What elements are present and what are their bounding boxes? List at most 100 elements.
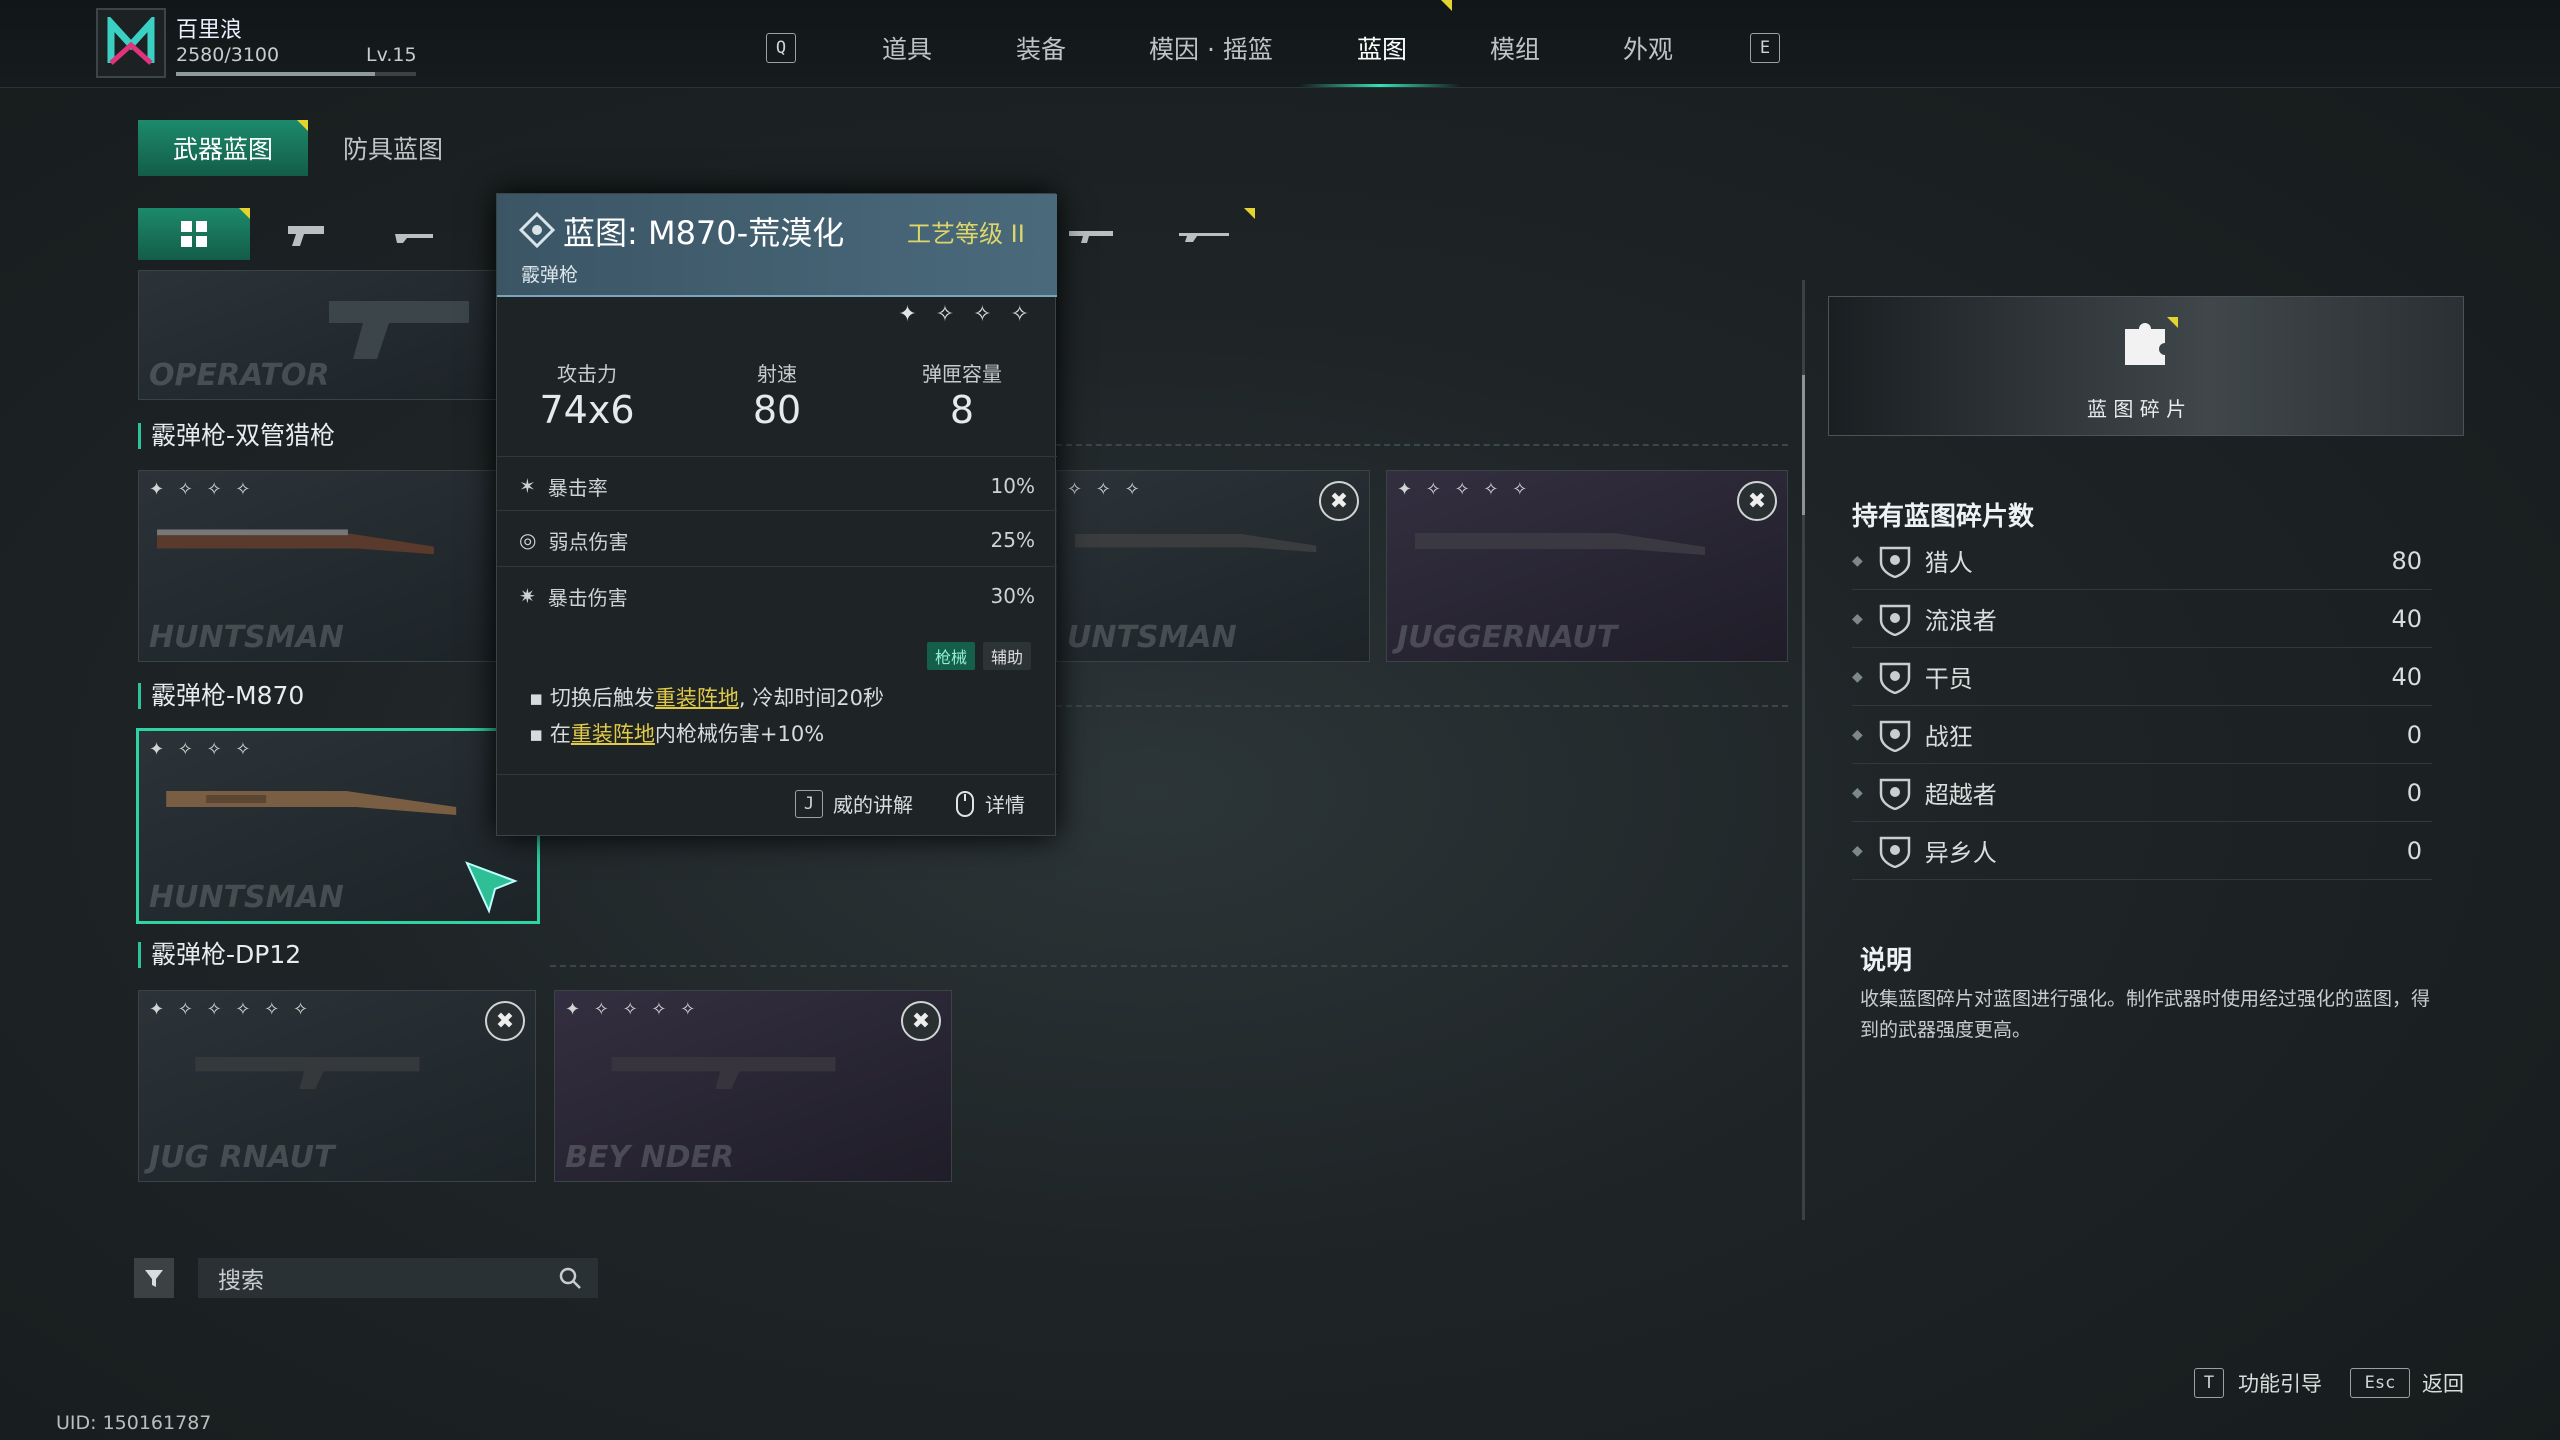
card-watermark: JUG RNAUT (149, 1140, 335, 1175)
effect-text: 切换后触发 (549, 686, 655, 710)
new-indicator (1244, 208, 1255, 219)
blueprint-card-operator[interactable]: OPERATOR (138, 270, 498, 400)
back-button[interactable]: Esc 返回 (2350, 1368, 2464, 1398)
search-input[interactable]: 搜索 (198, 1258, 598, 1298)
rating-stars: ✦ ✧ ✧ ✧ (898, 302, 1035, 327)
new-indicator (239, 208, 250, 219)
keyword-link[interactable]: 重装阵地 (655, 686, 739, 710)
key-hint: Esc (2350, 1368, 2410, 1398)
fragment-row: ◆ 猎人 80 (1852, 532, 2432, 590)
avatar[interactable] (96, 8, 166, 78)
effect-text: , 冷却时间20秒 (738, 686, 884, 710)
nav-tab-blueprint[interactable]: 蓝图 (1357, 30, 1407, 66)
fragment-row: ◆ 异乡人 0 (1852, 822, 2432, 880)
faction-emblem-icon (1879, 662, 1911, 694)
effect-text: 在 (549, 722, 571, 746)
faction-emblem-icon (1879, 778, 1911, 810)
blueprint-card-m870-desert[interactable]: ✦ ✧ ✧ ✧ HUNTSMAN (136, 728, 540, 924)
description-title: 说明 (1860, 946, 1913, 976)
filter-button[interactable] (134, 1258, 174, 1298)
nav-tab-appearance[interactable]: 外观 (1623, 30, 1673, 66)
crit-icon: ✶ (519, 474, 536, 498)
search-icon[interactable] (558, 1266, 582, 1290)
unlock-icon[interactable]: ✖ (1737, 481, 1777, 521)
filter-all[interactable] (138, 208, 250, 260)
blueprint-card-juggernaut[interactable]: ✦ ✧ ✧ ✧ ✧ ✖ JUGGERNAUT (1386, 470, 1788, 662)
key-hint: J (795, 789, 823, 818)
fragment-row: ◆ 超越者 0 (1852, 764, 2432, 822)
new-indicator (2167, 317, 2178, 328)
uid-label: UID: 150161787 (56, 1412, 212, 1434)
prev-tab-key[interactable]: Q (766, 33, 796, 63)
effect-text: 内枪械伤害+10% (654, 722, 825, 746)
player-level: Lv.15 (366, 44, 417, 66)
card-watermark: UNTSMAN (1067, 620, 1237, 655)
player-name: 百里浪 (176, 18, 243, 43)
fragment-count: 0 (2406, 778, 2422, 807)
double-barrel-image (1415, 533, 1705, 555)
tab-armor-blueprint[interactable]: 防具蓝图 (318, 120, 468, 176)
faction-emblem-icon (1879, 720, 1911, 752)
xp-progress-fill (176, 72, 376, 76)
prop-value: 10% (990, 474, 1035, 498)
fragment-name: 超越者 (1924, 781, 1997, 809)
prop-value: 30% (990, 584, 1035, 608)
next-tab-key[interactable]: E (1750, 33, 1780, 63)
stat-firerate-label: 射速 (757, 362, 797, 386)
nav-tab-mods[interactable]: 模组 (1490, 30, 1540, 66)
card-stars: ✦ ✧ ✧ ✧ ✧ (565, 999, 700, 1020)
new-indicator (1441, 0, 1452, 11)
fragments-title: 持有蓝图碎片数 (1852, 502, 2035, 532)
card-stars: ✦ ✧ ✧ ✧ (149, 479, 255, 500)
unlock-icon[interactable]: ✖ (901, 1001, 941, 1041)
description-text: 收集蓝图碎片对蓝图进行强化。制作武器时使用经过强化的蓝图，得到的武器强度更高。 (1860, 988, 2431, 1041)
fragment-name: 流浪者 (1924, 607, 1997, 635)
prop-crit-dmg: ✷ 暴击伤害 30% (519, 576, 1035, 616)
filter-shotgun[interactable] (362, 208, 474, 260)
new-indicator (297, 120, 308, 131)
fragment-name: 猎人 (1924, 549, 1973, 577)
blueprint-card-dp12-juggernaut[interactable]: ✦ ✧ ✧ ✧ ✧ ✧ ✖ JUG RNAUT (138, 990, 536, 1182)
divider (497, 510, 1057, 511)
bullet-icon: ◆ (1852, 610, 1863, 627)
fragment-row: ◆ 流浪者 40 (1852, 590, 2432, 648)
divider (497, 774, 1057, 775)
key-hint: T (2194, 1368, 2224, 1398)
scrollbar-thumb[interactable] (1802, 375, 1805, 515)
bullet-icon: ◆ (1852, 668, 1863, 685)
card-watermark: HUNTSMAN (149, 620, 344, 655)
stat-firerate-value: 80 (752, 388, 802, 432)
section-divider (1056, 444, 1788, 446)
unlock-icon[interactable]: ✖ (1319, 481, 1359, 521)
blueprint-card-huntsman-2[interactable]: ✧ ✧ ✧ ✖ UNTSMAN (1056, 470, 1370, 662)
search-placeholder: 搜索 (218, 1268, 264, 1294)
faction-emblem-icon (1879, 546, 1911, 578)
keyword-link[interactable]: 重装阵地 (571, 722, 655, 746)
effect-line-2: ▪ 在重装阵地内枪械伤害+10% (529, 722, 825, 746)
nav-tab-meme-cradle[interactable]: 模因 · 摇篮 (1149, 30, 1273, 66)
tag-group: 枪械 辅助 (926, 642, 1031, 670)
filter-pistol[interactable] (250, 208, 362, 260)
blueprint-card-dp12-beyonder[interactable]: ✦ ✧ ✧ ✧ ✧ ✖ BEY NDER (554, 990, 952, 1182)
explain-button[interactable]: J 威的讲解 (795, 789, 913, 818)
section-double-barrel: 霰弹枪-双管猎枪 (138, 423, 335, 449)
detail-button[interactable]: 详情 (955, 789, 1025, 818)
weapon-type: 霰弹枪 (521, 264, 579, 286)
explain-label: 威的讲解 (833, 793, 913, 817)
pump-shotgun-image (166, 791, 457, 815)
blueprint-card-huntsman[interactable]: ✦ ✧ ✧ ✧ HUNTSMAN (138, 470, 498, 662)
section-dp12: 霰弹枪-DP12 (138, 942, 301, 968)
fragment-count: 80 (2391, 546, 2422, 575)
guide-button[interactable]: T 功能引导 (2194, 1368, 2322, 1398)
unlock-icon[interactable]: ✖ (485, 1001, 525, 1041)
fragment-count: 40 (2391, 662, 2422, 691)
faction-emblem-icon (1879, 836, 1911, 868)
stat-magazine-label: 弹匣容量 (922, 362, 1002, 386)
nav-tab-items[interactable]: 道具 (882, 30, 932, 66)
tab-weapon-blueprint[interactable]: 武器蓝图 (138, 120, 308, 176)
crit-damage-icon: ✷ (519, 584, 536, 608)
nav-tab-equipment[interactable]: 装备 (1016, 30, 1066, 66)
pistol-image (329, 301, 469, 359)
card-watermark: OPERATOR (149, 358, 330, 393)
prop-value: 25% (990, 528, 1035, 552)
